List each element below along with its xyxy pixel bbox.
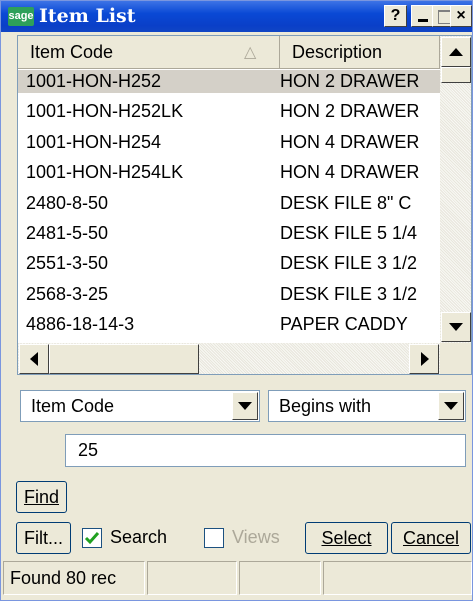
close-button[interactable]: × bbox=[450, 5, 472, 27]
filter-operator-dropdown-button[interactable] bbox=[438, 392, 464, 420]
select-button-label: Select bbox=[321, 528, 372, 548]
chevron-down-icon bbox=[238, 402, 252, 410]
title-bar[interactable]: sage Item List ? × bbox=[1, 1, 472, 32]
minimize-icon bbox=[418, 19, 428, 22]
scroll-left-button[interactable] bbox=[19, 344, 49, 374]
scroll-up-button[interactable] bbox=[441, 37, 471, 67]
item-code-cell: 2551-3-50 bbox=[26, 253, 109, 274]
table-row[interactable]: 1001-HON-H254LK HON 4 DRAWER bbox=[18, 161, 440, 184]
sage-logo: sage bbox=[8, 7, 34, 26]
horizontal-scrollbar[interactable] bbox=[18, 343, 440, 374]
item-code-cell: 1001-HON-H254LK bbox=[26, 162, 184, 183]
status-bar-panel-2 bbox=[147, 561, 237, 595]
status-bar-panel-4 bbox=[323, 561, 472, 595]
description-cell: DESK FILE 3 1/2 bbox=[280, 283, 418, 304]
find-button[interactable]: Find bbox=[16, 481, 67, 513]
description-cell: DESK FILE 8" C bbox=[280, 192, 412, 213]
filter-field-dropdown-button[interactable] bbox=[232, 392, 258, 420]
window-title: Item List bbox=[39, 5, 136, 27]
arrow-left-icon bbox=[30, 352, 38, 366]
vertical-scrollbar[interactable] bbox=[440, 36, 471, 343]
item-list-window: sage Item List ? × Item Code △ Descripti… bbox=[0, 0, 473, 601]
table-row[interactable]: 2568-3-25 DESK FILE 3 1/2 bbox=[18, 283, 440, 306]
arrow-down-icon bbox=[449, 323, 463, 331]
table-row[interactable]: 1001-HON-H252 HON 2 DRAWER bbox=[18, 70, 440, 93]
arrow-right-icon bbox=[421, 352, 429, 366]
sort-ascending-icon: △ bbox=[244, 44, 257, 61]
table-row[interactable]: 4886-18-14-3 PAPER CADDY bbox=[18, 313, 440, 336]
filter-button[interactable]: Filt... bbox=[16, 522, 71, 554]
filter-field-value: Item Code bbox=[31, 396, 115, 416]
item-code-cell: 2568-3-25 bbox=[26, 283, 109, 304]
description-cell: HON 4 DRAWER bbox=[280, 131, 420, 152]
item-grid[interactable]: Item Code △ Description 1001-HON-H252 HON… bbox=[17, 35, 472, 375]
item-code-cell: 1001-HON-H254 bbox=[26, 131, 162, 152]
help-button[interactable]: ? bbox=[384, 5, 407, 27]
scroll-right-button[interactable] bbox=[409, 344, 439, 374]
description-cell: PAPER CADDY bbox=[280, 314, 408, 335]
cancel-button-label: Cancel bbox=[402, 528, 460, 548]
find-button-label: Find bbox=[23, 487, 59, 507]
item-code-cell: 1001-HON-H252LK bbox=[26, 101, 184, 122]
table-row[interactable]: 1001-HON-H254 HON 4 DRAWER bbox=[18, 131, 440, 154]
description-cell: DESK FILE 3 1/2 bbox=[280, 253, 418, 274]
description-cell: HON 2 DRAWER bbox=[280, 101, 420, 122]
cancel-button[interactable]: Cancel bbox=[391, 522, 471, 554]
search-checkbox-label: Search bbox=[110, 527, 168, 547]
table-row[interactable]: 2481-5-50 DESK FILE 5 1/4 bbox=[18, 222, 440, 245]
column-header-label: Description bbox=[292, 42, 383, 62]
minimize-button[interactable] bbox=[411, 5, 434, 27]
filter-operator-value: Begins with bbox=[279, 396, 372, 416]
arrow-up-icon bbox=[449, 48, 463, 56]
search-value-input[interactable]: 25 bbox=[65, 434, 466, 467]
scroll-thumb[interactable] bbox=[441, 67, 471, 83]
status-bar-panel-3 bbox=[239, 561, 321, 595]
item-code-cell: 2481-5-50 bbox=[26, 223, 109, 243]
item-code-cell: 1001-HON-H252 bbox=[26, 71, 162, 91]
scroll-down-button[interactable] bbox=[441, 312, 471, 342]
column-header-label: Item Code bbox=[30, 42, 114, 62]
table-row[interactable]: 1001-HON-H252LK HON 2 DRAWER bbox=[18, 100, 440, 123]
status-text: Found 80 rec bbox=[10, 568, 117, 588]
item-code-cell: 4886-18-14-3 bbox=[26, 314, 135, 335]
item-code-cell: 2480-8-50 bbox=[26, 192, 109, 213]
status-bar-found: Found 80 rec bbox=[3, 561, 145, 595]
column-header-item-code[interactable]: Item Code △ bbox=[18, 36, 280, 69]
column-header-description[interactable]: Description bbox=[280, 36, 440, 69]
views-checkbox bbox=[204, 528, 224, 548]
filter-field-select[interactable]: Item Code bbox=[20, 390, 260, 422]
search-checkbox[interactable] bbox=[82, 528, 102, 548]
table-row[interactable]: 2480-8-50 DESK FILE 8" C bbox=[18, 192, 440, 215]
filter-button-label: Filt... bbox=[24, 528, 63, 548]
description-cell: DESK FILE 5 1/4 bbox=[280, 223, 418, 243]
filter-operator-select[interactable]: Begins with bbox=[268, 390, 466, 422]
horizontal-scroll-thumb[interactable] bbox=[49, 344, 199, 374]
description-cell: HON 4 DRAWER bbox=[280, 162, 420, 183]
search-value-text: 25 bbox=[78, 440, 99, 460]
table-row[interactable]: 2551-3-50 DESK FILE 3 1/2 bbox=[18, 252, 440, 275]
checkmark-icon bbox=[84, 532, 100, 545]
scrollbar-corner bbox=[440, 343, 471, 374]
select-button[interactable]: Select bbox=[305, 522, 388, 554]
views-checkbox-label: Views bbox=[232, 527, 280, 547]
description-cell: HON 2 DRAWER bbox=[280, 71, 420, 91]
chevron-down-icon bbox=[444, 402, 458, 410]
